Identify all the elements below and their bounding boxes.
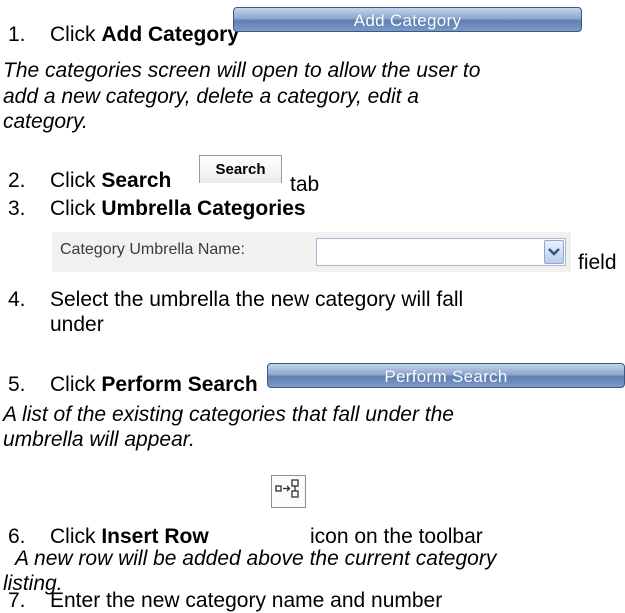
step-4-number: 4. xyxy=(8,288,26,311)
step-6-bold: Insert Row xyxy=(101,525,209,548)
note-add-category-line-1: The categories screen will open to allow… xyxy=(3,59,481,82)
step-3-prefix: Click xyxy=(50,197,102,220)
umbrella-field-row: Category Umbrella Name: xyxy=(52,232,571,272)
step-2-suffix: tab xyxy=(290,173,320,196)
step-1-text: Click Add Category xyxy=(50,22,239,47)
step-5-text: Click Perform Search xyxy=(50,372,258,397)
note-perform-search-line-1: A list of the existing categories that f… xyxy=(3,403,454,426)
note-perform-search-line-2: umbrella will appear. xyxy=(3,428,195,451)
step-2-number: 2. xyxy=(8,169,26,192)
instruction-document: 1. Click Add Category Add Category The c… xyxy=(0,0,625,613)
perform-search-button[interactable]: Perform Search xyxy=(267,363,625,388)
perform-search-button-label: Perform Search xyxy=(384,367,508,386)
add-category-button[interactable]: Add Category xyxy=(233,7,582,32)
step-4-line-2: under xyxy=(50,313,104,336)
step-2-bold: Search xyxy=(101,169,172,192)
step-1-number: 1. xyxy=(8,23,26,46)
search-tab-label: Search xyxy=(215,161,266,178)
note-insert-row-line-1: A new row will be added above the curren… xyxy=(15,547,497,570)
note-add-category-line-2: add a new category, delete a category, e… xyxy=(3,85,419,108)
step-7-number: 7. xyxy=(8,589,26,612)
step-3-bold: Umbrella Categories xyxy=(101,197,306,220)
step-4-line-1: Select the umbrella the new category wil… xyxy=(50,288,464,311)
insert-row-icon[interactable] xyxy=(271,475,306,508)
step-3-text: Click Umbrella Categories xyxy=(50,196,306,221)
chevron-down-icon[interactable] xyxy=(544,240,564,264)
step-5-prefix: Click xyxy=(50,373,102,396)
step-7-text: Enter the new category name and number xyxy=(50,589,443,612)
step-2-prefix: Click xyxy=(50,169,102,192)
step-3-suffix: field xyxy=(578,251,617,274)
step-5-bold: Perform Search xyxy=(101,373,258,396)
search-tab[interactable]: Search xyxy=(199,155,282,183)
step-1-bold: Add Category xyxy=(101,23,240,46)
step-5-number: 5. xyxy=(8,373,26,396)
add-category-button-label: Add Category xyxy=(353,11,462,30)
umbrella-field-label: Category Umbrella Name: xyxy=(60,241,245,258)
step-1-prefix: Click xyxy=(50,23,102,46)
step-3-number: 3. xyxy=(8,197,26,220)
note-add-category-line-3: category. xyxy=(3,110,88,133)
step-6-prefix: Click xyxy=(50,525,102,548)
step-2-text: Click Search xyxy=(50,168,171,193)
umbrella-select[interactable] xyxy=(316,238,566,266)
